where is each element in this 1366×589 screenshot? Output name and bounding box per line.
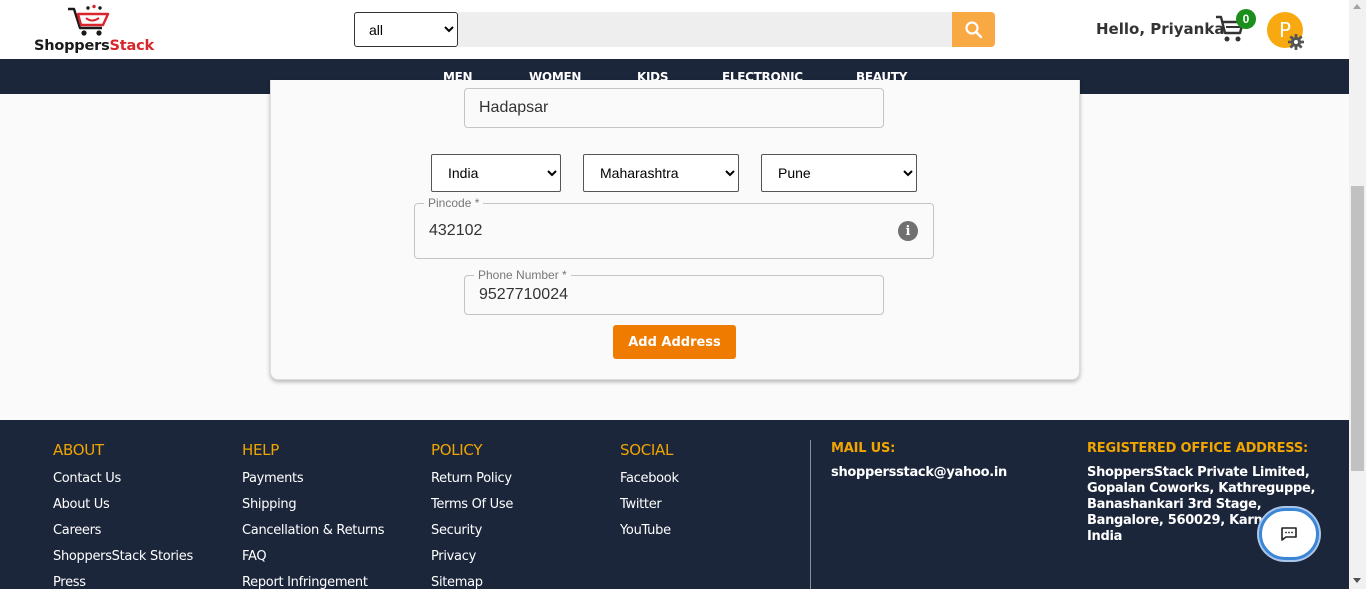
logo-text: ShoppersStack: [34, 38, 154, 54]
pincode-label: Pincode *: [424, 196, 484, 210]
footer-heading-office: REGISTERED OFFICE ADDRESS:: [1087, 441, 1308, 456]
gear-icon[interactable]: [1287, 33, 1305, 51]
footer: ABOUT Contact Us About Us Careers Shoppe…: [0, 420, 1349, 589]
country-select[interactable]: India: [431, 154, 561, 192]
footer-help: HELP Payments Shipping Cancellation & Re…: [242, 441, 385, 589]
phone-label: Phone Number *: [474, 268, 571, 282]
footer-link-careers[interactable]: Careers: [53, 523, 193, 549]
user-greeting: Hello, Priyanka: [1096, 20, 1225, 38]
shoppersstack-logo[interactable]: ShoppersStack: [32, 4, 162, 56]
phone-field[interactable]: Phone Number * 9527710024: [464, 268, 884, 315]
address-line: Gopalan Coworks, Kathreguppe,: [1087, 481, 1316, 496]
footer-link-return-policy[interactable]: Return Policy: [431, 471, 513, 497]
city-select[interactable]: Pune: [761, 154, 917, 192]
footer-heading-social: SOCIAL: [620, 441, 674, 459]
chat-button[interactable]: [1259, 508, 1319, 560]
pincode-value: 432102: [429, 222, 483, 239]
footer-social: SOCIAL Facebook Twitter YouTube: [620, 441, 679, 549]
cart-count-badge: 0: [1236, 9, 1256, 29]
scroll-thumb[interactable]: [1351, 186, 1364, 471]
footer-heading-mail: MAIL US:: [831, 441, 896, 456]
footer-link-privacy[interactable]: Privacy: [431, 549, 513, 575]
footer-link-report[interactable]: Report Infringement: [242, 575, 384, 589]
state-select[interactable]: Maharashtra: [583, 154, 739, 192]
footer-heading-about: ABOUT: [53, 441, 104, 459]
footer-link-faq[interactable]: FAQ: [242, 549, 384, 575]
footer-about: ABOUT Contact Us About Us Careers Shoppe…: [53, 441, 193, 589]
cart-logo-icon: [68, 4, 110, 36]
area-value: Hadapsar: [479, 99, 549, 116]
footer-mail: MAIL US: shoppersstack@yahoo.in: [831, 441, 1007, 481]
scroll-down-arrow[interactable]: [1353, 578, 1361, 583]
footer-email[interactable]: shoppersstack@yahoo.in: [831, 465, 1007, 481]
footer-link-twitter[interactable]: Twitter: [620, 497, 679, 523]
footer-link-stories[interactable]: ShoppersStack Stories: [53, 549, 193, 575]
search-icon: [964, 20, 982, 38]
footer-link-security[interactable]: Security: [431, 523, 513, 549]
area-field[interactable]: Hadapsar: [464, 88, 884, 128]
footer-link-cancellation[interactable]: Cancellation & Returns: [242, 523, 385, 549]
footer-divider: [810, 440, 811, 589]
footer-link-press[interactable]: Press: [53, 575, 193, 589]
footer-link-payments[interactable]: Payments: [242, 471, 384, 497]
search-button[interactable]: [952, 12, 995, 47]
category-select[interactable]: all: [354, 12, 458, 47]
search-input[interactable]: [458, 12, 952, 47]
footer-policy: POLICY Return Policy Terms Of Use Securi…: [431, 441, 513, 589]
add-address-button[interactable]: Add Address: [613, 325, 736, 359]
page-scrollbar[interactable]: [1349, 0, 1366, 589]
footer-link-youtube[interactable]: YouTube: [620, 523, 679, 549]
header: ShoppersStack all Hello, Priyanka 0 P: [0, 0, 1349, 59]
info-icon[interactable]: i: [898, 221, 918, 241]
footer-link-shipping[interactable]: Shipping: [242, 497, 384, 523]
chat-icon: [1281, 527, 1297, 541]
phone-value: 9527710024: [479, 286, 568, 303]
address-line: ShoppersStack Private Limited,: [1087, 465, 1310, 480]
footer-link-sitemap[interactable]: Sitemap: [431, 575, 513, 589]
footer-heading-policy: POLICY: [431, 441, 483, 459]
footer-link-terms[interactable]: Terms Of Use: [431, 497, 513, 523]
footer-link-contact-us[interactable]: Contact Us: [53, 471, 193, 497]
footer-link-about-us[interactable]: About Us: [53, 497, 193, 523]
footer-heading-help: HELP: [242, 441, 279, 459]
scroll-up-arrow[interactable]: [1353, 4, 1361, 9]
pincode-field[interactable]: Pincode * 432102: [414, 196, 934, 259]
footer-link-facebook[interactable]: Facebook: [620, 471, 679, 497]
